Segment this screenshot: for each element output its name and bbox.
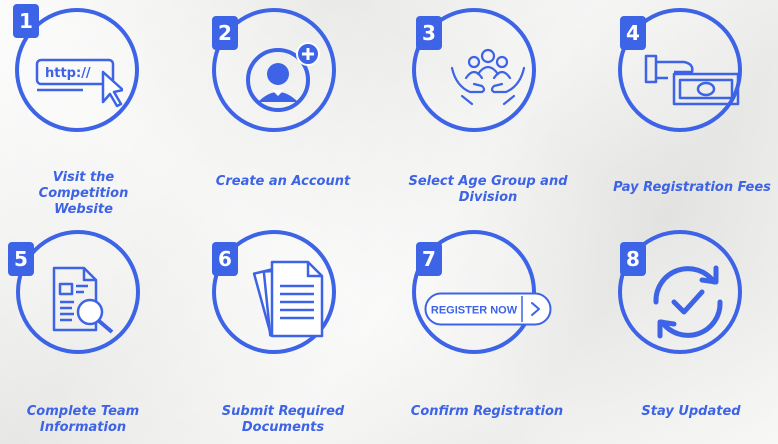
step-number-badge: 4 <box>620 16 646 50</box>
document-search-icon <box>52 266 114 334</box>
step-number-badge: 8 <box>620 242 646 276</box>
step-number-badge: 3 <box>416 16 442 50</box>
step-5: 5 Complete Team Information <box>8 222 188 444</box>
sync-check-icon <box>653 265 723 339</box>
url-text: http:// <box>45 66 91 81</box>
step-label: Submit Required Documents <box>221 404 345 435</box>
step-8: 8 Stay Updated <box>610 222 778 444</box>
step-4: 4 Pay Registration Fees <box>610 0 778 222</box>
step-label: Complete Team Information <box>26 404 140 435</box>
step-label: Visit the Competition Website <box>38 170 129 217</box>
step-7: 7 REGISTER NOW Confirm Registration <box>408 222 588 444</box>
step-label: Confirm Registration <box>410 404 564 419</box>
step-label: Pay Registration Fees <box>613 180 771 195</box>
documents-stack-icon <box>252 260 324 338</box>
step-label: Stay Updated <box>641 404 741 419</box>
step-number-badge: 1 <box>13 4 39 38</box>
step-1: 1 http:// Visit the Competition Website <box>8 0 188 222</box>
register-now-text: REGISTER NOW <box>431 305 518 317</box>
user-add-icon <box>246 42 320 112</box>
hand-money-icon <box>644 54 740 106</box>
step-number-badge: 5 <box>8 242 34 276</box>
step-label: Create an Account <box>215 174 351 189</box>
step-number-badge: 6 <box>212 242 238 276</box>
group-hands-icon <box>450 48 526 106</box>
step-6: 6 Submit Required Documents <box>208 222 388 444</box>
step-number-badge: 7 <box>416 242 442 276</box>
browser-cursor-icon: http:// <box>35 58 123 108</box>
step-3: 3 Select Age Group and Division <box>408 0 588 222</box>
step-label: Select Age Group and Division <box>408 174 568 205</box>
step-number-badge: 2 <box>212 16 238 50</box>
step-2: 2 Create an Account <box>208 0 388 222</box>
register-button-icon: REGISTER NOW <box>424 292 552 326</box>
